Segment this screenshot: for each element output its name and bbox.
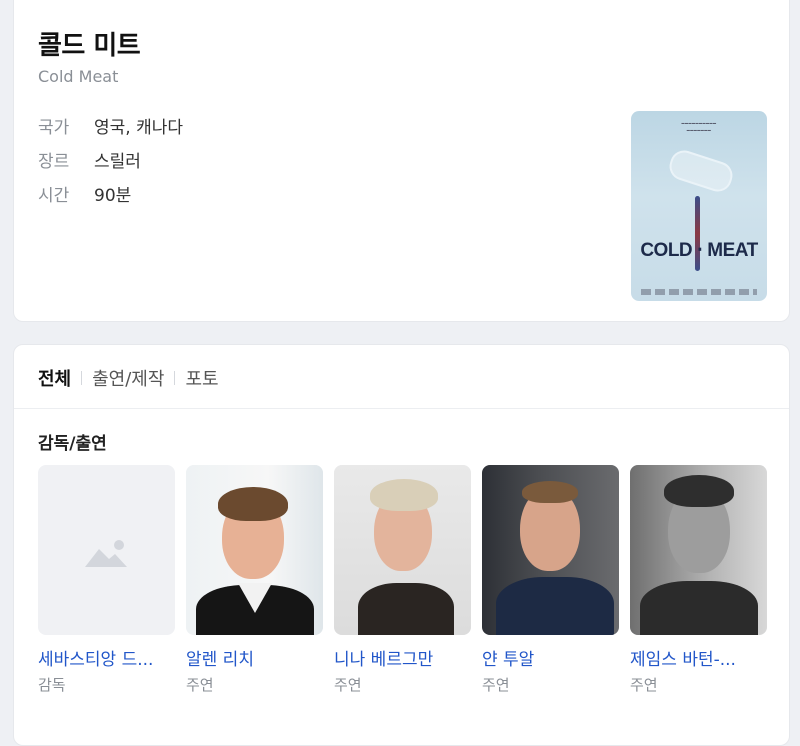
person-name[interactable]: 제임스 바턴-... [630, 645, 767, 670]
person-photo[interactable] [334, 465, 471, 635]
person-card[interactable]: 알렌 리치 주연 [186, 465, 323, 694]
info-row-runtime: 시간 90분 [38, 181, 131, 206]
person-name[interactable]: 알렌 리치 [186, 645, 323, 670]
poster-title: COLD ⋅ MEAT [640, 240, 758, 261]
person-card[interactable]: 제임스 바턴-... 주연 [630, 465, 767, 694]
info-row-genre: 장르 스릴러 [38, 147, 141, 172]
info-value: 90분 [94, 186, 132, 206]
person-photo[interactable] [482, 465, 619, 635]
poster-car-graphic [665, 146, 737, 196]
movie-title: 콜드 미트 [38, 31, 141, 61]
person-role: 주연 [186, 676, 214, 694]
cast-card: 전체 출연/제작 포토 감독/출연 세바스티앙 드... 감독 알렌 리치 주연 [13, 344, 790, 746]
person-name[interactable]: 세바스티앙 드... [38, 645, 175, 670]
info-label: 시간 [38, 186, 70, 206]
person-card[interactable]: 세바스티앙 드... 감독 [38, 465, 175, 694]
info-value: 스릴러 [94, 152, 141, 172]
section-title: 감독/출연 [38, 434, 107, 454]
tab-photos[interactable]: 포토 [185, 365, 218, 391]
poster-billing-block [641, 289, 757, 295]
person-photo[interactable] [38, 465, 175, 635]
movie-info-card: 콜드 미트 Cold Meat 국가 영국, 캐나다 장르 스릴러 시간 90분… [13, 0, 790, 322]
placeholder-image-icon [85, 540, 127, 567]
movie-poster[interactable]: ━━━━━━━━━━ ━━━━━━━ COLD ⋅ MEAT [631, 111, 767, 301]
tab-divider [174, 371, 176, 385]
tab-all[interactable]: 전체 [38, 365, 71, 391]
info-label: 국가 [38, 118, 70, 138]
person-role: 주연 [334, 676, 362, 694]
person-card[interactable]: 니나 베르그만 주연 [334, 465, 471, 694]
tab-bar: 전체 출연/제작 포토 [38, 365, 219, 391]
person-role: 주연 [482, 676, 510, 694]
info-value: 영국, 캐나다 [94, 118, 184, 138]
person-name[interactable]: 니나 베르그만 [334, 645, 471, 670]
person-card[interactable]: 얀 투알 주연 [482, 465, 619, 694]
person-photo[interactable] [186, 465, 323, 635]
tab-cast-crew[interactable]: 출연/제작 [92, 365, 164, 391]
movie-original-title: Cold Meat [38, 67, 119, 86]
person-photo[interactable] [630, 465, 767, 635]
info-label: 장르 [38, 152, 70, 172]
person-role: 주연 [630, 676, 658, 694]
divider [14, 408, 789, 409]
person-name[interactable]: 얀 투알 [482, 645, 619, 670]
person-role: 감독 [38, 676, 66, 694]
tab-divider [81, 371, 83, 385]
poster-credits: ━━━━━━━━━━ ━━━━━━━ [681, 121, 717, 134]
info-row-country: 국가 영국, 캐나다 [38, 113, 183, 138]
